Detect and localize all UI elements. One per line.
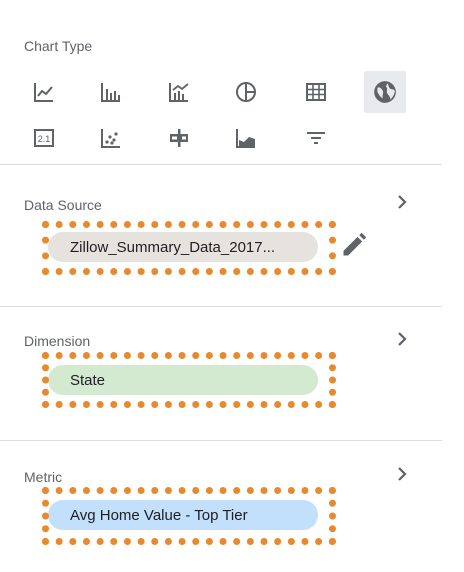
area-chart-icon[interactable] bbox=[232, 124, 260, 152]
dimension-chevron-icon[interactable] bbox=[390, 327, 414, 351]
scatter-chart-icon[interactable] bbox=[97, 124, 125, 152]
metric-chevron-icon[interactable] bbox=[390, 462, 414, 486]
dimension-chip[interactable]: State bbox=[48, 365, 318, 395]
combo-chart-icon[interactable] bbox=[165, 78, 193, 106]
pie-chart-icon[interactable] bbox=[232, 78, 260, 106]
bar-chart-icon[interactable] bbox=[97, 78, 125, 106]
bullet-chart-icon[interactable] bbox=[165, 124, 193, 152]
divider bbox=[0, 164, 442, 165]
chart-type-label: Chart Type bbox=[24, 38, 93, 54]
scorecard-icon-text: 2.1 bbox=[38, 134, 51, 144]
dimension-label: Dimension bbox=[24, 333, 91, 349]
geo-map-icon[interactable] bbox=[364, 71, 406, 113]
time-series-chart-icon[interactable] bbox=[30, 78, 58, 106]
chart-properties-panel: Chart Type 2.1 Data Source Zillow_Summar… bbox=[0, 0, 442, 572]
filter-control-icon[interactable] bbox=[302, 124, 330, 152]
divider bbox=[0, 440, 442, 441]
table-icon[interactable] bbox=[302, 78, 330, 106]
data-source-chevron-icon[interactable] bbox=[390, 190, 414, 214]
metric-label: Metric bbox=[24, 469, 63, 485]
scorecard-icon[interactable]: 2.1 bbox=[30, 124, 58, 152]
divider bbox=[0, 306, 442, 307]
data-source-label: Data Source bbox=[24, 197, 102, 213]
data-source-chip[interactable]: Zillow_Summary_Data_2017... bbox=[48, 232, 318, 262]
metric-chip[interactable]: Avg Home Value - Top Tier bbox=[48, 500, 318, 530]
edit-pencil-icon[interactable] bbox=[340, 231, 368, 259]
